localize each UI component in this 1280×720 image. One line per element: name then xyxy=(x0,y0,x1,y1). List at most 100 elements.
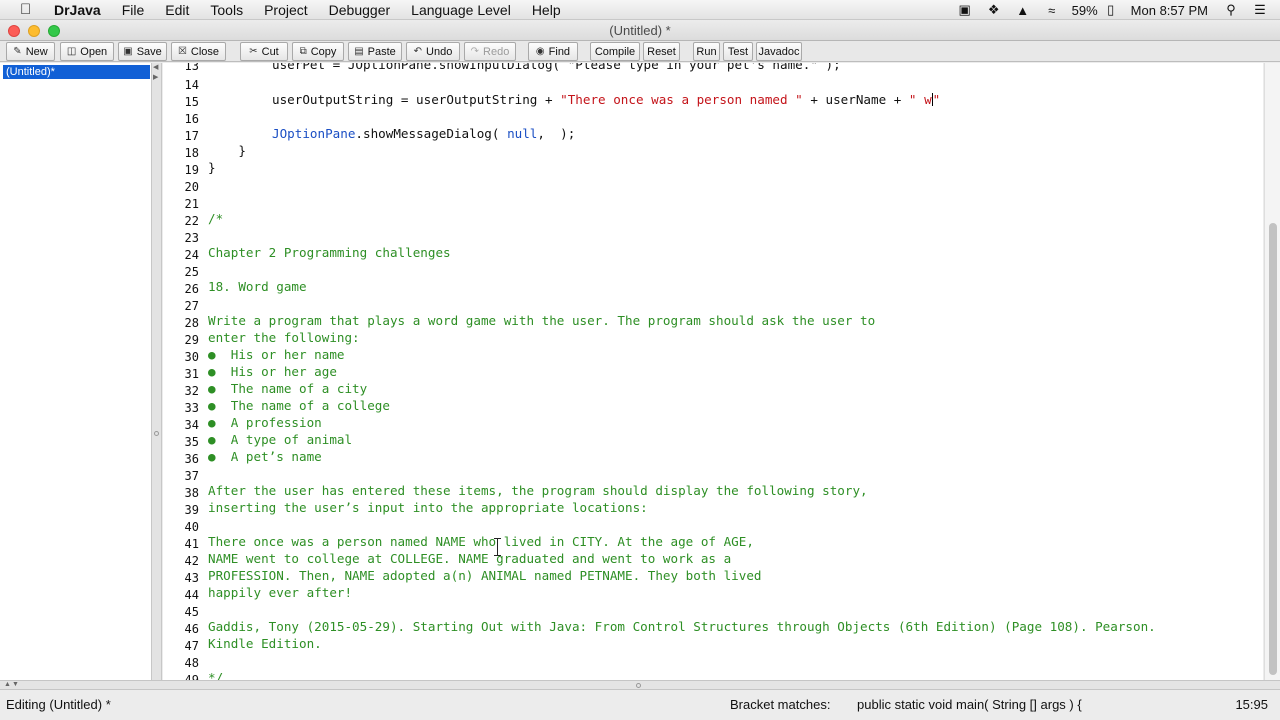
comment-line: enter the following: xyxy=(208,330,360,345)
battery-percent[interactable]: 59% xyxy=(1072,3,1098,18)
open-folder-icon: ◫ xyxy=(66,46,77,57)
line-number: 18 xyxy=(184,146,199,160)
line-number: 42 xyxy=(184,554,199,568)
comment-line: ● A pet’s name xyxy=(208,449,322,464)
line-number: 43 xyxy=(184,571,199,585)
line-number: 45 xyxy=(184,605,199,619)
splitter-grip-icon[interactable] xyxy=(636,683,641,688)
code-line: JOptionPane.showMessageDialog( null, ); xyxy=(272,126,576,141)
line-number: 35 xyxy=(184,435,199,449)
line-number: 32 xyxy=(184,384,199,398)
notification-icon[interactable]: ▲ xyxy=(1014,3,1032,18)
spotlight-search-icon[interactable]: ⚲ xyxy=(1222,2,1240,18)
save-button[interactable]: ▣ Save xyxy=(118,42,167,61)
close-button[interactable]: ☒ Close xyxy=(171,42,226,61)
menu-debugger[interactable]: Debugger xyxy=(329,2,391,18)
line-number: 26 xyxy=(184,282,199,296)
cursor-position: 15:95 xyxy=(1235,697,1268,712)
copy-icon: ⧉ xyxy=(299,46,307,57)
new-button[interactable]: ✎ New xyxy=(6,42,55,61)
collapse-right-arrow-icon[interactable]: ▶ xyxy=(153,73,158,81)
collapse-down-arrow-icon[interactable]: ▼ xyxy=(12,681,19,688)
find-button[interactable]: ◉ Find xyxy=(528,42,578,61)
run-button[interactable]: Run xyxy=(693,42,720,61)
open-button[interactable]: ◫ Open xyxy=(60,42,114,61)
menu-file[interactable]: File xyxy=(122,2,145,18)
binoculars-icon: ◉ xyxy=(535,46,545,57)
collapse-up-arrow-icon[interactable]: ▲ xyxy=(4,681,11,688)
line-number: 22 xyxy=(184,214,199,228)
menu-project[interactable]: Project xyxy=(264,2,308,18)
vertical-splitter[interactable]: ◀ ▶ xyxy=(152,63,162,680)
toolbar: ✎ New ◫ Open ▣ Save ☒ Close ✂ Cut ⧉ Copy ▤ Past… xyxy=(0,41,1280,62)
line-number: 34 xyxy=(184,418,199,432)
line-number: 40 xyxy=(184,520,199,534)
apple-icon[interactable]:  xyxy=(20,1,31,18)
code-line: userPet = JOptionPane.showInputDialog( "… xyxy=(272,63,841,72)
code-line: userOutputString = userOutputString + "T… xyxy=(272,92,941,107)
wifi-icon[interactable]: ≈ xyxy=(1043,3,1061,18)
code-line: } xyxy=(208,143,246,158)
comment-line: Kindle Edition. xyxy=(208,636,322,651)
bracket-matches-label: Bracket matches: xyxy=(730,697,831,712)
line-number: 28 xyxy=(184,316,199,330)
comment-line: ● A profession xyxy=(208,415,322,430)
menu-tools[interactable]: Tools xyxy=(210,2,243,18)
javadoc-button[interactable]: Javadoc xyxy=(756,42,802,61)
line-number: 49 xyxy=(184,673,199,680)
vertical-scrollbar[interactable] xyxy=(1264,63,1280,680)
comment-line: ● A type of animal xyxy=(208,432,353,447)
scrollbar-thumb[interactable] xyxy=(1269,223,1277,675)
code-editor[interactable]: 13 14 15 16 17 18 19 20 21 22 23 24 25 2… xyxy=(163,63,1263,680)
line-number: 15 xyxy=(184,95,199,109)
paste-button[interactable]: ▤ Paste xyxy=(348,42,402,61)
menu-app-name[interactable]: DrJava xyxy=(54,2,101,18)
redo-button[interactable]: ↷ Redo xyxy=(464,42,516,61)
undo-button[interactable]: ↶ Undo xyxy=(406,42,460,61)
menu-help[interactable]: Help xyxy=(532,2,561,18)
comment-line: There once was a person named NAME who l… xyxy=(208,534,754,549)
collapse-left-arrow-icon[interactable]: ◀ xyxy=(153,63,158,71)
splitter-grip-icon[interactable] xyxy=(154,431,159,436)
screen-record-icon[interactable]: ▣ xyxy=(956,2,974,18)
battery-icon[interactable]: ▯ xyxy=(1102,2,1120,18)
menubar-clock[interactable]: Mon 8:57 PM xyxy=(1131,3,1208,18)
line-number: 13 xyxy=(184,63,199,73)
line-number: 48 xyxy=(184,656,199,670)
compile-button[interactable]: Compile xyxy=(590,42,640,61)
code-line: } xyxy=(208,160,216,175)
line-number: 38 xyxy=(184,486,199,500)
line-number: 44 xyxy=(184,588,199,602)
line-number: 37 xyxy=(184,469,199,483)
window-title: (Untitled) * xyxy=(609,23,671,38)
redo-icon: ↷ xyxy=(470,46,480,57)
line-number: 41 xyxy=(184,537,199,551)
line-number: 27 xyxy=(184,299,199,313)
line-number: 20 xyxy=(184,180,199,194)
document-list-pane: (Untitled)* xyxy=(0,63,152,680)
comment-line: After the user has entered these items, … xyxy=(208,483,868,498)
line-number: 30 xyxy=(184,350,199,364)
scissors-icon: ✂ xyxy=(249,46,258,57)
cut-button[interactable]: ✂ Cut xyxy=(240,42,288,61)
copy-button[interactable]: ⧉ Copy xyxy=(292,42,344,61)
line-number: 24 xyxy=(184,248,199,262)
notification-center-icon[interactable]: ☰ xyxy=(1251,2,1269,18)
dropbox-icon[interactable]: ❖ xyxy=(985,2,1003,18)
status-bar: Editing (Untitled) * Bracket matches: pu… xyxy=(0,690,1280,720)
menu-edit[interactable]: Edit xyxy=(165,2,189,18)
comment-line: ● His or her age xyxy=(208,364,337,379)
comment-line: Write a program that plays a word game w… xyxy=(208,313,876,328)
reset-button[interactable]: Reset xyxy=(643,42,680,61)
menu-language-level[interactable]: Language Level xyxy=(411,2,511,18)
document-item-untitled[interactable]: (Untitled)* xyxy=(3,65,150,79)
save-disk-icon: ▣ xyxy=(123,46,133,57)
horizontal-splitter[interactable]: ▲ ▼ xyxy=(0,680,1280,690)
window-title-bar: (Untitled) * xyxy=(0,20,1280,41)
test-button[interactable]: Test xyxy=(723,42,753,61)
line-number: 21 xyxy=(184,197,199,211)
bracket-matches-value: public static void main( String [] args … xyxy=(857,697,1082,712)
line-number: 36 xyxy=(184,452,199,466)
line-number: 19 xyxy=(184,163,199,177)
comment-line: ● His or her name xyxy=(208,347,345,362)
